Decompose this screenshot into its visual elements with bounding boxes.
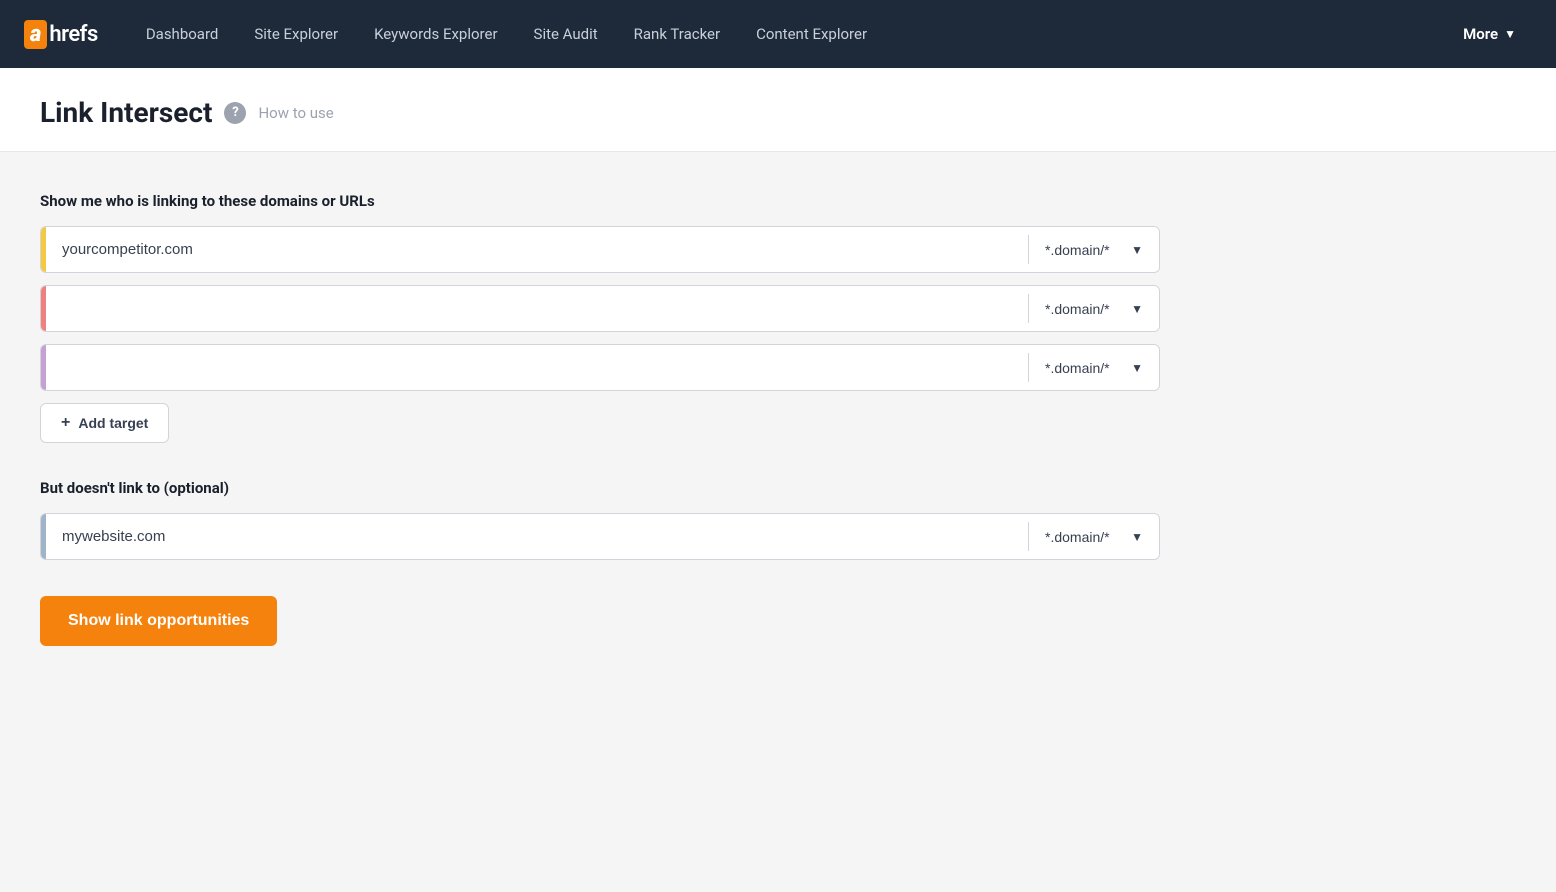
target-input-1[interactable] [46,227,1028,272]
target-input-row-1: *.domain/* ▼ [40,226,1160,273]
section2-label: But doesn't link to (optional) [40,479,1160,497]
dropdown-value-exclude: *.domain/* [1045,529,1110,545]
logo[interactable]: a hrefs [24,20,98,49]
section1-label: Show me who is linking to these domains … [40,192,1160,210]
plus-icon: + [61,414,70,432]
nav-item-dashboard[interactable]: Dashboard [130,17,235,51]
exclude-input-1[interactable] [46,514,1028,559]
chevron-down-icon: ▼ [1131,361,1143,375]
exclude-input-row-1: *.domain/* ▼ [40,513,1160,560]
target-input-row-3: *.domain/* ▼ [40,344,1160,391]
target-input-row-2: *.domain/* ▼ [40,285,1160,332]
how-to-use-link[interactable]: How to use [258,104,333,122]
chevron-down-icon: ▼ [1131,530,1143,544]
navbar: a hrefs Dashboard Site Explorer Keywords… [0,0,1556,68]
dropdown-1[interactable]: *.domain/* ▼ [1029,227,1159,272]
dropdown-value-3: *.domain/* [1045,360,1110,376]
main-content: Show me who is linking to these domains … [0,152,1200,686]
chevron-down-icon: ▼ [1131,243,1143,257]
add-target-button[interactable]: + Add target [40,403,169,443]
dropdown-3[interactable]: *.domain/* ▼ [1029,345,1159,390]
dropdown-exclude[interactable]: *.domain/* ▼ [1029,514,1159,559]
nav-more-label: More [1463,25,1498,43]
logo-icon: a [24,20,47,49]
chevron-down-icon: ▼ [1131,302,1143,316]
nav-item-site-explorer[interactable]: Site Explorer [238,17,354,51]
nav-item-rank-tracker[interactable]: Rank Tracker [618,17,736,51]
show-link-opportunities-button[interactable]: Show link opportunities [40,596,277,646]
dropdown-value-1: *.domain/* [1045,242,1110,258]
help-icon[interactable]: ? [224,102,246,124]
page-title: Link Intersect [40,96,212,129]
chevron-down-icon: ▼ [1504,27,1516,41]
nav-more-button[interactable]: More ▼ [1447,17,1532,51]
page-header: Link Intersect ? How to use [0,68,1556,152]
nav-item-site-audit[interactable]: Site Audit [518,17,614,51]
nav-item-content-explorer[interactable]: Content Explorer [740,17,883,51]
dropdown-value-2: *.domain/* [1045,301,1110,317]
target-input-2[interactable] [46,286,1028,331]
logo-text: hrefs [49,22,97,47]
nav-items: Dashboard Site Explorer Keywords Explore… [130,17,1447,51]
dropdown-2[interactable]: *.domain/* ▼ [1029,286,1159,331]
nav-item-keywords-explorer[interactable]: Keywords Explorer [358,17,513,51]
add-target-label: Add target [78,415,148,431]
target-input-3[interactable] [46,345,1028,390]
